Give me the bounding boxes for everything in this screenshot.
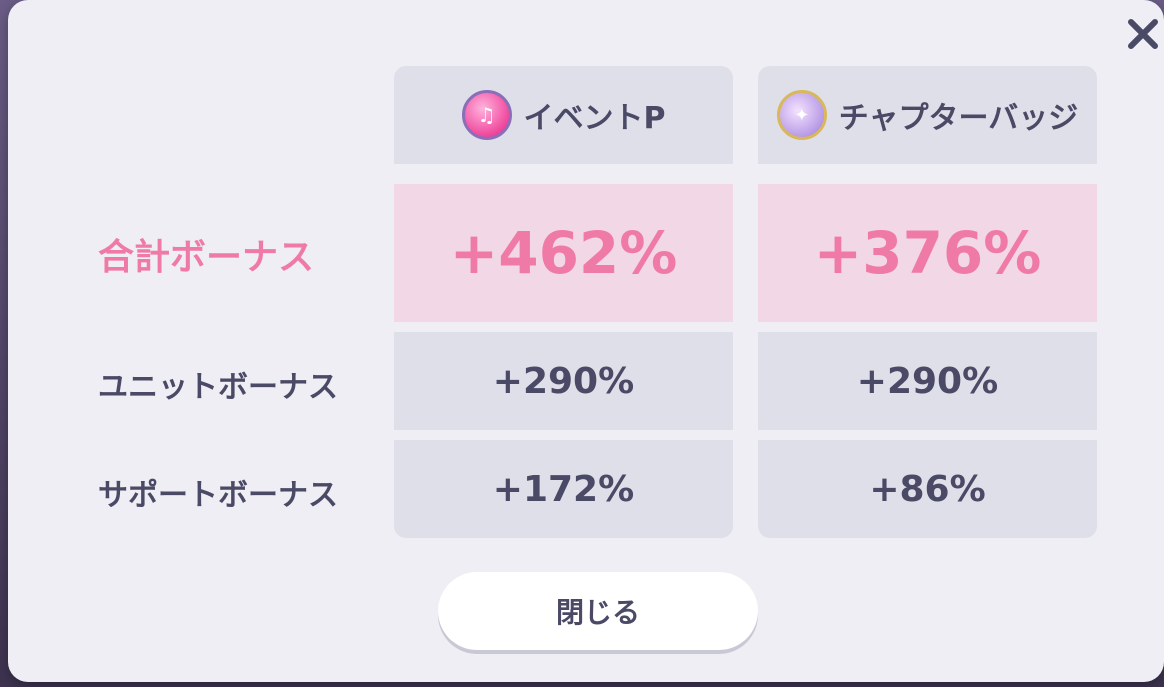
chapter-badge-icon: ✦ [776, 90, 827, 140]
total-bonus-chapter-badge: +376% [758, 184, 1097, 322]
total-bonus-label: 合計ボーナス [98, 237, 315, 278]
column-header-label: チャプターバッジ [838, 101, 1079, 136]
unit-bonus-chapter-badge: +290% [758, 332, 1097, 430]
column-header-event-point: ♫ イベントP [394, 66, 733, 164]
close-button[interactable]: 閉じる [438, 572, 758, 650]
column-header-label: イベントP [523, 101, 666, 136]
unit-bonus-label: ユニットボーナス [98, 370, 338, 405]
support-bonus-chapter-badge: +86% [758, 440, 1097, 538]
column-header-chapter-badge: ✦ チャプターバッジ [758, 66, 1097, 164]
support-bonus-event-point: +172% [394, 440, 733, 538]
bonus-dialog: ♫ イベントP ✦ チャプターバッジ 合計ボーナス ユニットボーナス サポートボ… [8, 0, 1164, 682]
unit-bonus-event-point: +290% [394, 332, 733, 430]
support-bonus-label: サポートボーナス [98, 478, 338, 513]
close-icon[interactable] [1123, 14, 1163, 54]
total-bonus-event-point: +462% [394, 184, 733, 322]
event-point-icon: ♫ [461, 90, 512, 140]
